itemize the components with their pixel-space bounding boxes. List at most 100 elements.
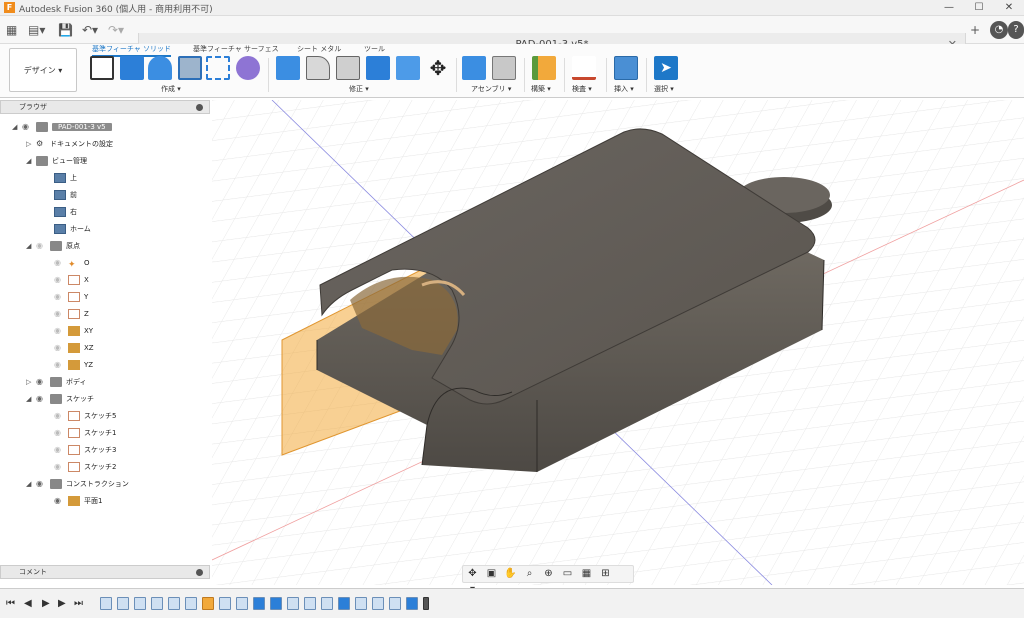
collapse-icon[interactable]: ▷ — [26, 137, 36, 151]
timeline-feature[interactable] — [321, 597, 333, 610]
eye-icon[interactable]: ◉ — [36, 239, 50, 253]
chamfer-icon[interactable] — [336, 56, 360, 80]
eye-icon[interactable]: ◉ — [54, 256, 68, 270]
eye-icon[interactable]: ◉ — [54, 324, 68, 338]
app-grid-icon[interactable]: ▦ — [6, 22, 17, 38]
undo-icon[interactable]: ↶▾ — [82, 22, 98, 38]
timeline-feature[interactable] — [219, 597, 231, 610]
create-group-label[interactable]: 作成 ▾ — [161, 84, 181, 94]
eye-icon[interactable]: ◉ — [54, 494, 68, 508]
tree-root[interactable]: ◢ ◉ PAD-001-3 v5 — [12, 120, 112, 134]
save-icon[interactable]: 💾 — [58, 22, 73, 38]
timeline-feature[interactable] — [287, 597, 299, 610]
timeline-prev-icon[interactable]: ◀ — [24, 598, 32, 609]
expand-icon[interactable]: ◢ — [26, 477, 36, 491]
timeline-feature[interactable] — [406, 597, 418, 610]
new-tab-icon[interactable]: + — [970, 22, 980, 38]
tab-tools[interactable]: ツール — [364, 44, 385, 54]
eye-icon[interactable]: ◉ — [54, 426, 68, 440]
pan-icon[interactable]: ✋ — [501, 566, 520, 582]
eye-icon[interactable]: ◉ — [54, 273, 68, 287]
extrude-icon[interactable] — [120, 56, 144, 80]
tree-origin-item[interactable]: ◉ XY — [54, 324, 93, 338]
browser-header[interactable]: ブラウザ — [0, 100, 210, 114]
timeline-feature[interactable] — [202, 597, 214, 610]
tree-origin-item[interactable]: ◉ X — [54, 273, 89, 287]
fit-icon[interactable]: ⊕ — [539, 566, 558, 582]
measure-icon[interactable] — [572, 56, 596, 80]
timeline-next-icon[interactable]: ▶ — [58, 598, 66, 609]
assemble-group-label[interactable]: アセンブリ ▾ — [471, 84, 511, 94]
tree-origin-item[interactable]: ◉ Z — [54, 307, 89, 321]
collapse-icon[interactable]: ▷ — [26, 375, 36, 389]
timeline-feature[interactable] — [372, 597, 384, 610]
orbit-icon[interactable]: ✥ — [463, 566, 482, 582]
workspace-switcher[interactable]: デザイン ▾ — [9, 48, 77, 92]
tree-view-item[interactable]: 右 — [54, 205, 77, 219]
tree-origin[interactable]: ◢ ◉ 原点 — [26, 239, 80, 253]
eye-icon[interactable]: ◉ — [22, 120, 36, 134]
viewports-icon[interactable]: ⊞ — [596, 566, 615, 582]
job-status-icon[interactable]: ◔ — [990, 21, 1008, 39]
new-component-icon[interactable] — [462, 56, 486, 80]
model-canvas[interactable] — [212, 100, 1024, 585]
tab-sheet-metal[interactable]: シート メタル — [297, 44, 341, 54]
comments-panel[interactable]: コメント — [0, 565, 210, 579]
tree-named-views[interactable]: ◢ ビュー管理 — [26, 154, 87, 168]
pattern-icon[interactable] — [206, 56, 230, 80]
select-group-label[interactable]: 選択 ▾ — [654, 84, 674, 94]
eye-icon[interactable]: ◉ — [54, 290, 68, 304]
timeline-feature[interactable] — [168, 597, 180, 610]
construct-group-label[interactable]: 構築 ▾ — [531, 84, 551, 94]
create-sketch-icon[interactable] — [90, 56, 114, 80]
timeline-feature[interactable] — [338, 597, 350, 610]
select-cursor-icon[interactable]: ➤ — [654, 56, 678, 80]
timeline-first-icon[interactable]: ⏮ — [6, 598, 15, 609]
help-icon[interactable]: ? — [1008, 21, 1024, 39]
tree-sketches[interactable]: ◢ ◉ スケッチ — [26, 392, 94, 406]
timeline-feature[interactable] — [236, 597, 248, 610]
tree-bodies[interactable]: ▷ ◉ ボディ — [26, 375, 87, 389]
expand-icon[interactable]: ◢ — [26, 392, 36, 406]
tree-sketch-item[interactable]: ◉ スケッチ2 — [54, 460, 116, 474]
joint-icon[interactable] — [492, 56, 516, 80]
expand-icon[interactable]: ◢ — [26, 239, 36, 253]
close-window-button[interactable]: ✕ — [994, 0, 1024, 16]
eye-icon[interactable]: ◉ — [36, 392, 50, 406]
eye-icon[interactable]: ◉ — [54, 307, 68, 321]
eye-icon[interactable]: ◉ — [36, 375, 50, 389]
timeline-feature[interactable] — [253, 597, 265, 610]
minimize-button[interactable]: — — [934, 0, 964, 16]
tree-construction-item[interactable]: ◉ 平面1 — [54, 494, 102, 508]
timeline-feature[interactable] — [117, 597, 129, 610]
maximize-button[interactable]: ☐ — [964, 0, 994, 16]
eye-icon[interactable]: ◉ — [54, 443, 68, 457]
expand-icon[interactable]: ◢ — [26, 154, 36, 168]
timeline-play-icon[interactable]: ▶ — [42, 598, 50, 609]
tree-construction[interactable]: ◢ ◉ コンストラクション — [26, 477, 129, 491]
look-at-icon[interactable]: ▣ — [482, 566, 501, 582]
revolve-icon[interactable] — [148, 56, 172, 80]
tab-surface[interactable]: 基準フィーチャ サーフェス — [193, 44, 279, 54]
display-settings-icon[interactable]: ▭ — [558, 566, 577, 582]
eye-icon[interactable]: ◉ — [54, 358, 68, 372]
timeline-feature[interactable] — [185, 597, 197, 610]
combine-icon[interactable] — [366, 56, 390, 80]
timeline-last-icon[interactable]: ⏭ — [74, 598, 83, 609]
tree-sketch-item[interactable]: ◉ スケッチ1 — [54, 426, 116, 440]
timeline-feature[interactable] — [100, 597, 112, 610]
eye-icon[interactable]: ◉ — [36, 477, 50, 491]
timeline-feature[interactable] — [151, 597, 163, 610]
modify-group-label[interactable]: 修正 ▾ — [349, 84, 369, 94]
timeline-marker[interactable] — [423, 597, 429, 610]
move-copy-icon[interactable]: ✥ — [426, 56, 450, 80]
tree-origin-item[interactable]: ◉ ✦ O — [54, 256, 90, 270]
expand-icon[interactable]: ◢ — [12, 120, 22, 134]
add-comment-icon[interactable] — [196, 569, 203, 576]
browser-options-icon[interactable] — [196, 104, 203, 111]
shell-icon[interactable] — [396, 56, 420, 80]
tree-origin-item[interactable]: ◉ XZ — [54, 341, 94, 355]
timeline-feature[interactable] — [134, 597, 146, 610]
inspect-group-label[interactable]: 検査 ▾ — [572, 84, 592, 94]
grid-settings-icon[interactable]: ▦ — [577, 566, 596, 582]
